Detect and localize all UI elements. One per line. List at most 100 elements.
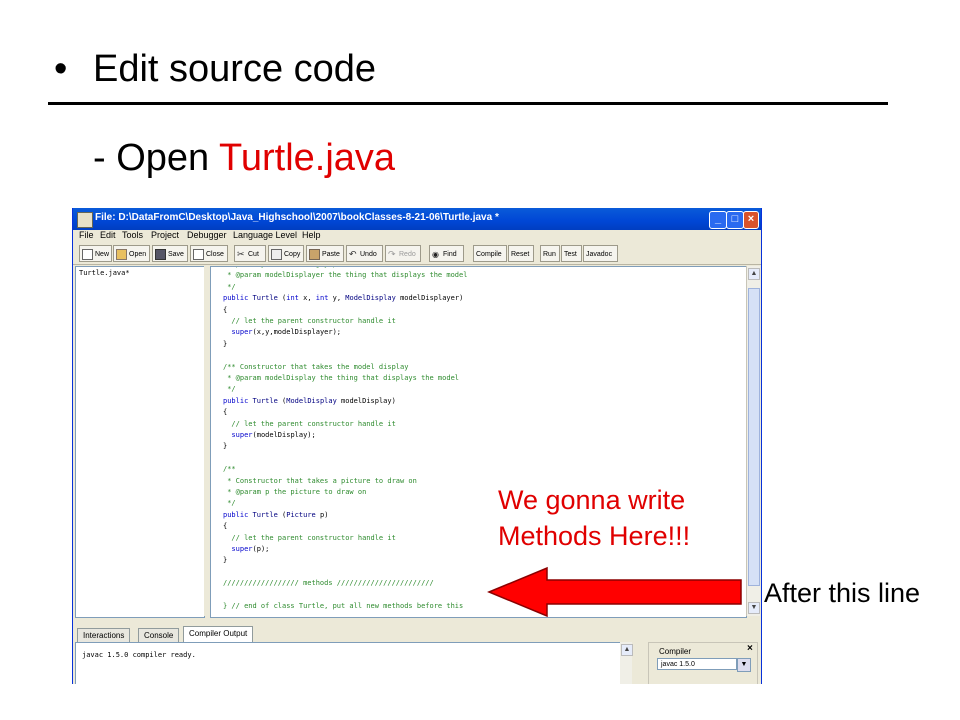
code-line: ////////////////// methods /////////////… <box>223 579 434 588</box>
output-scroll-up-icon[interactable]: ▲ <box>621 644 633 656</box>
code-line: @param y the starting y position <box>223 267 366 268</box>
slide-bullet: • <box>54 48 68 90</box>
code-line: super(modelDisplay); <box>231 431 316 439</box>
copy-button[interactable]: Copy <box>268 245 304 262</box>
save-label: Save <box>168 251 184 258</box>
code-line: * @param modelDisplay the thing that dis… <box>223 374 460 382</box>
paste-button[interactable]: Paste <box>306 245 344 262</box>
output-scrollbar[interactable]: ▲ <box>620 642 633 684</box>
code-line: // let the parent constructor handle it <box>223 317 396 325</box>
code-line: public Turtle (Picture p) <box>223 510 329 519</box>
code-line: * @param modelDisplayer the thing that d… <box>223 271 468 280</box>
copy-label: Copy <box>284 251 301 258</box>
run-label: Run <box>543 251 556 258</box>
code-line: public Turtle (ModelDisplay modelDisplay… <box>223 396 396 405</box>
maximize-icon[interactable]: □ <box>726 211 744 229</box>
test-label: Test <box>564 251 577 258</box>
menu-bar: File Edit Tools Project Debugger Languag… <box>73 230 761 243</box>
menu-project[interactable]: Project <box>151 230 179 240</box>
redo-label: Redo <box>399 251 416 258</box>
reset-button[interactable]: Reset <box>508 245 534 262</box>
code-line: } <box>223 556 228 565</box>
open-button[interactable]: Open <box>113 245 150 262</box>
minimize-icon[interactable]: _ <box>709 211 727 229</box>
code-line: { <box>223 408 228 417</box>
clipboard-icon <box>309 248 320 260</box>
paste-label: Paste <box>322 251 340 258</box>
undo-icon: ↶ <box>349 248 357 259</box>
compile-button[interactable]: Compile <box>473 245 507 262</box>
close-file-button[interactable]: Close <box>190 245 228 262</box>
scissors-icon: ✂ <box>237 248 245 259</box>
javadoc-button[interactable]: Javadoc <box>583 245 618 262</box>
after-this-line-label: After this line <box>764 578 921 608</box>
code-line: * Constructor that takes a picture to dr… <box>223 476 417 485</box>
code-line: /** <box>223 465 236 474</box>
code-line: */ <box>223 499 236 508</box>
cut-label: Cut <box>248 251 259 258</box>
menu-file[interactable]: File <box>79 230 94 240</box>
compiler-panel: Compiler × javac 1.5.0 ▼ <box>648 642 758 684</box>
callout-line-2: Methods Here!!! <box>498 521 691 551</box>
save-disk-icon <box>155 248 166 260</box>
code-line: } // end of class Turtle, put all new me… <box>223 602 464 610</box>
subtitle-filename: Turtle.java <box>219 137 396 179</box>
menu-tools[interactable]: Tools <box>122 230 143 240</box>
menu-edit[interactable]: Edit <box>100 230 116 240</box>
reset-label: Reset <box>511 251 530 258</box>
menu-language-level[interactable]: Language Level <box>233 230 297 240</box>
code-line: * @param p the picture to draw on <box>223 488 367 496</box>
code-line: { <box>223 522 228 531</box>
chevron-down-icon[interactable]: ▼ <box>737 658 751 672</box>
close-file-icon <box>193 248 204 260</box>
window-titlebar: File: D:\DataFromC\Desktop\Java_Highscho… <box>73 208 761 230</box>
undo-button[interactable]: ↶ Undo <box>346 245 383 262</box>
title-divider <box>48 102 888 105</box>
scrollbar-thumb[interactable] <box>748 288 760 586</box>
close-label: Close <box>206 251 224 258</box>
code-line: */ <box>223 282 236 291</box>
code-line: } <box>223 339 228 348</box>
code-line: } <box>223 442 228 451</box>
code-line: public Turtle (int x, int y, ModelDispla… <box>223 294 464 303</box>
scroll-down-icon[interactable]: ▼ <box>748 602 760 614</box>
menu-debugger[interactable]: Debugger <box>187 230 227 240</box>
document-list-pane: Turtle.java* <box>75 266 205 618</box>
bottom-tabs: Interactions Console Compiler Output <box>73 626 761 643</box>
slide-title: Edit source code <box>93 48 377 90</box>
redo-button[interactable]: ↷ Redo <box>385 245 421 262</box>
callout-text: We gonna write Methods Here!!! <box>498 482 690 554</box>
subtitle-prefix: - Open <box>93 137 220 179</box>
compile-label: Compile <box>476 251 502 258</box>
document-list-item[interactable]: Turtle.java* <box>79 269 130 277</box>
open-folder-icon <box>116 248 127 260</box>
javadoc-label: Javadoc <box>586 251 613 258</box>
redo-icon: ↷ <box>388 248 396 259</box>
tab-compiler-output[interactable]: Compiler Output <box>183 626 254 642</box>
save-button[interactable]: Save <box>152 245 188 262</box>
code-line: // let the parent constructor handle it <box>223 533 396 542</box>
open-label: Open <box>129 251 147 258</box>
menu-help[interactable]: Help <box>302 230 321 240</box>
find-button[interactable]: ◉ Find <box>429 245 464 262</box>
scroll-up-icon[interactable]: ▲ <box>748 268 760 280</box>
code-line: /** Constructor that takes the model dis… <box>223 362 409 371</box>
new-file-icon <box>82 248 93 260</box>
code-line: super(x,y,modelDisplayer); <box>231 328 342 337</box>
code-line: */ <box>223 385 236 394</box>
toolbar: New Open Save Close ✂ Cut Copy Paste ↶ Und… <box>73 244 761 265</box>
editor-scrollbar[interactable]: ▲ ▼ <box>746 266 760 616</box>
run-button[interactable]: Run <box>540 245 560 262</box>
close-icon[interactable]: × <box>743 211 759 229</box>
cut-button[interactable]: ✂ Cut <box>234 245 266 262</box>
tab-console[interactable]: Console <box>138 628 180 643</box>
horizontal-splitter[interactable] <box>73 618 761 624</box>
compiler-close-icon[interactable]: × <box>747 643 753 654</box>
code-line: // let the parent constructor handle it <box>223 419 396 428</box>
new-button[interactable]: New <box>79 245 112 262</box>
compiler-select[interactable]: javac 1.5.0 <box>657 658 737 670</box>
test-button[interactable]: Test <box>561 245 582 262</box>
undo-label: Undo <box>360 251 377 258</box>
tab-interactions[interactable]: Interactions <box>77 628 131 643</box>
new-label: New <box>95 251 110 258</box>
